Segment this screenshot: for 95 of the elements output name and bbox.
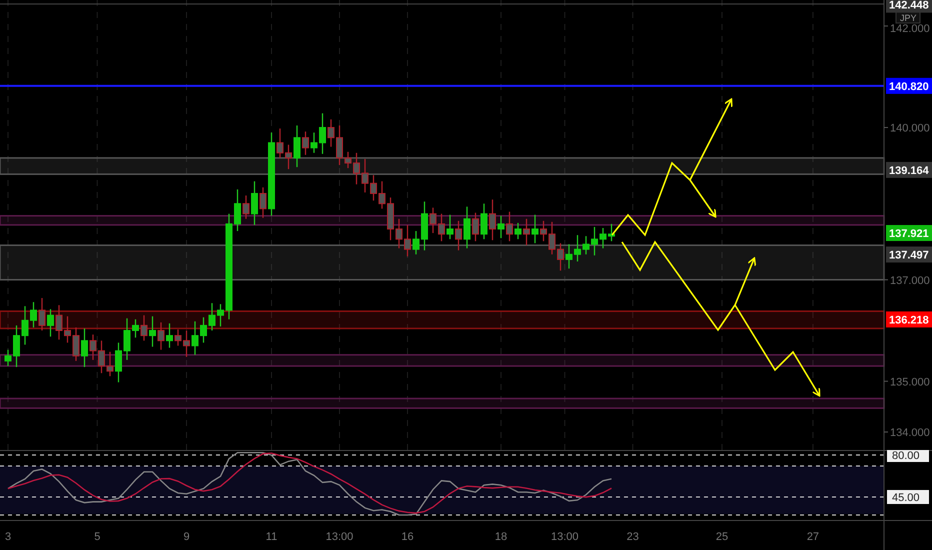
candlestick: [208, 303, 216, 330]
price-axis-label: 142.000: [890, 23, 930, 35]
candlestick: [412, 231, 420, 254]
time-axis-label: 9: [183, 531, 190, 543]
time-axis-label: 23: [626, 531, 639, 543]
candlestick: [115, 342, 122, 382]
candlestick: [430, 208, 436, 234]
candlestick: [523, 218, 530, 246]
candlestick: [600, 228, 606, 248]
candlestick: [234, 189, 241, 232]
candlestick: [472, 212, 479, 242]
price-tag: 137.921: [886, 225, 932, 241]
candlestick: [464, 206, 470, 248]
candlestick: [498, 216, 504, 238]
candlestick: [294, 125, 300, 168]
candlestick: [200, 317, 207, 343]
candlestick: [421, 202, 428, 250]
candlestick: [370, 175, 377, 201]
price-tag: 139.164: [886, 162, 932, 178]
candlestick: [362, 158, 368, 192]
candlestick: [446, 214, 454, 240]
candlestick: [260, 187, 266, 218]
price-axis-label: 140.000: [890, 122, 930, 134]
candlestick: [480, 204, 488, 240]
price-axis-label: 135.000: [890, 376, 930, 388]
candlestick: [81, 328, 88, 368]
candlestick: [251, 181, 258, 225]
time-axis-label: 16: [401, 531, 414, 543]
time-axis-label: 25: [716, 531, 728, 543]
candlestick: [548, 222, 556, 254]
candlestick: [192, 321, 198, 355]
candlestick: [124, 318, 130, 360]
candlestick: [310, 132, 318, 153]
candlestick: [140, 315, 148, 341]
candlestick: [132, 319, 139, 338]
candlestick: [566, 244, 572, 269]
candlestick: [30, 302, 37, 328]
candlestick: [387, 198, 394, 240]
candlestick: [608, 224, 615, 242]
candlestick: [328, 119, 334, 147]
candlestick: [90, 334, 96, 360]
candlestick: [166, 323, 173, 348]
candlestick: [540, 220, 547, 242]
candlestick: [4, 350, 12, 366]
candlestick: [56, 305, 62, 340]
candlestick: [64, 316, 71, 343]
time-axis-label: 11: [266, 531, 278, 543]
time-axis-label: 13:00: [550, 531, 579, 543]
candlestick: [438, 214, 445, 242]
candlestick: [302, 132, 309, 155]
candlestick: [319, 113, 326, 154]
candlestick: [22, 306, 28, 345]
candlestick: [242, 196, 250, 219]
time-axis-label: 3: [4, 531, 12, 543]
time-axis-label: 18: [494, 531, 508, 543]
candlestick: [285, 144, 292, 170]
price-tag: 137.497: [886, 246, 932, 263]
candlestick: [72, 327, 80, 361]
candlestick: [353, 152, 360, 184]
rsi-level-tag: 80.00: [887, 450, 929, 462]
candlestick: [13, 325, 20, 368]
candlestick: [489, 200, 496, 240]
candlestick: [149, 316, 156, 347]
price-tag: 140.820: [886, 78, 932, 94]
candlestick: [276, 128, 284, 158]
candlestick: [38, 298, 46, 330]
candlestick: [557, 243, 564, 271]
price-axis-label: 134.000: [890, 427, 930, 439]
candlestick: [514, 222, 522, 240]
rsi-level-tag: 45.00: [887, 490, 929, 504]
candlestick: [174, 329, 182, 346]
candlestick: [396, 218, 402, 248]
candlestick: [47, 309, 54, 337]
time-axis-label: 27: [806, 531, 820, 543]
candlestick: [378, 181, 386, 209]
candlestick: [506, 212, 513, 242]
candlestick: [217, 304, 224, 326]
currency-label: JPY: [896, 12, 920, 24]
candlestick: [183, 330, 190, 357]
candlestick: [344, 152, 352, 168]
candlestick: [455, 220, 462, 250]
price-tag: 142.448: [886, 0, 932, 13]
price-axis-label: 137.000: [890, 274, 930, 287]
time-axis-label: 5: [94, 531, 100, 543]
candlestick: [404, 224, 411, 256]
candlestick: [591, 226, 598, 256]
candlestick: [582, 236, 590, 254]
candlestick: [336, 125, 343, 166]
price-tag: 136.218: [886, 311, 932, 328]
time-axis-label: 13:00: [326, 531, 354, 543]
candlestick: [106, 352, 114, 376]
candlestick: [158, 322, 164, 350]
candlestick: [574, 235, 581, 262]
candlestick: [532, 214, 538, 244]
candlestick: [98, 340, 105, 374]
